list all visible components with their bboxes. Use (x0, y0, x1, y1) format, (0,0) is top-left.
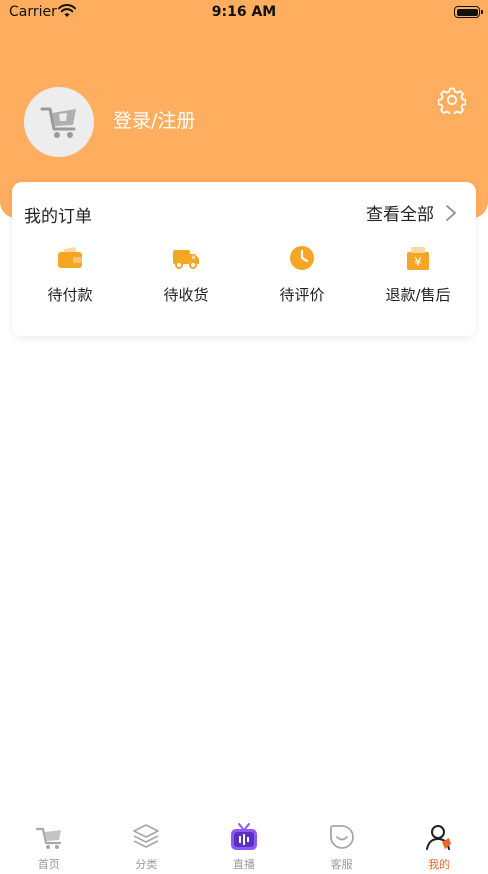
tv-icon (229, 822, 259, 852)
login-register-link[interactable]: 登录/注册 (113, 106, 195, 133)
refund-icon: ¥ (404, 244, 432, 272)
order-item-label: 待收货 (163, 286, 209, 304)
clock-icon (288, 244, 316, 272)
order-item-label: 退款/售后 (385, 286, 451, 304)
tab-label: 客服 (330, 858, 353, 871)
avatar[interactable] (24, 87, 94, 157)
tab-label: 首页 (37, 858, 60, 871)
tab-label: 我的 (428, 858, 451, 871)
view-all-orders-button[interactable]: 查看全部 (366, 200, 460, 225)
order-item-label: 待付款 (47, 286, 93, 304)
smile-icon (327, 822, 357, 852)
order-refund-aftersale[interactable]: ¥ 退款/售后 (360, 244, 476, 314)
status-time: 9:16 AM (211, 4, 277, 20)
bottom-tab-bar: 首页 分类 直播 客服 我的 (0, 814, 488, 874)
tab-home[interactable]: 首页 (0, 814, 98, 874)
order-pending-payment[interactable]: 待付款 (12, 244, 128, 314)
order-pending-receipt[interactable]: 待收货 (128, 244, 244, 314)
home-icon (34, 822, 64, 852)
svg-text:¥: ¥ (414, 255, 422, 269)
view-all-label: 查看全部 (366, 205, 434, 225)
my-orders-card: 我的订单 查看全部 待付款 待收货 待评价 ¥ 退款/售后 (12, 182, 476, 336)
order-item-label: 待评价 (279, 286, 325, 304)
tab-category[interactable]: 分类 (98, 814, 196, 874)
tab-label: 直播 (232, 858, 255, 871)
tab-customer-service[interactable]: 客服 (293, 814, 391, 874)
user-icon (424, 822, 454, 852)
chevron-right-icon (442, 203, 460, 223)
battery-icon (454, 6, 483, 18)
profile-screen: Carrier 9:16 AM 登录/注册 我的订单 查看全部 待付款 待收货 … (0, 0, 488, 874)
order-pending-review[interactable]: 待评价 (244, 244, 360, 314)
tab-label: 分类 (135, 858, 158, 871)
truck-icon (172, 244, 200, 272)
tab-live[interactable]: 直播 (195, 814, 293, 874)
cart-logo-icon (40, 107, 76, 138)
status-bar: Carrier 9:16 AM (0, 0, 488, 26)
my-orders-title: 我的订单 (24, 207, 92, 227)
order-status-row: 待付款 待收货 待评价 ¥ 退款/售后 (12, 244, 476, 314)
tab-mine[interactable]: 我的 (390, 814, 488, 874)
wallet-icon (56, 244, 84, 272)
gear-icon[interactable] (437, 86, 467, 118)
layers-icon (131, 822, 161, 852)
